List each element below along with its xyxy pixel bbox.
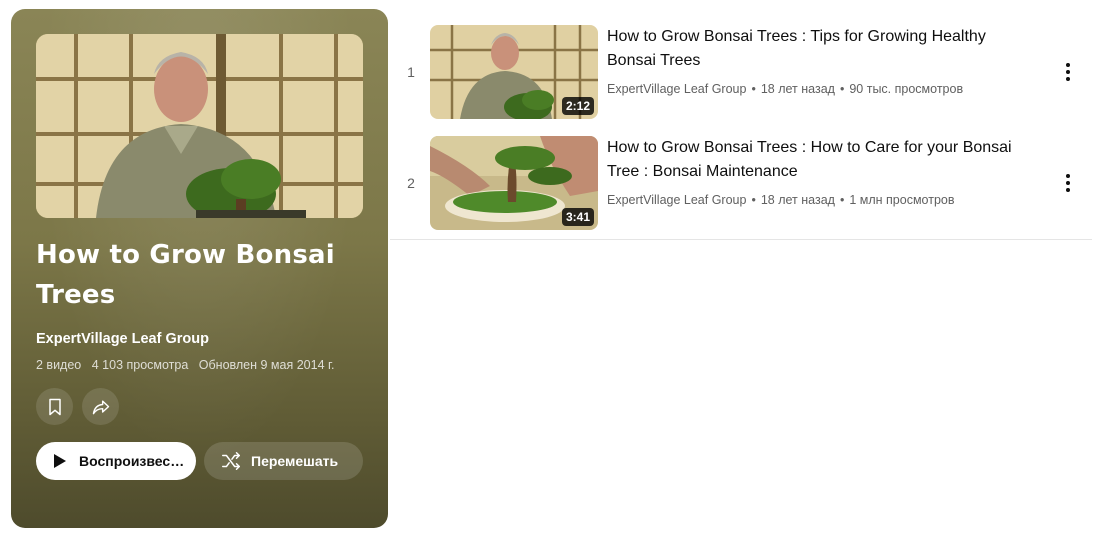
play-all-button[interactable]: Воспроизвес… [36, 442, 196, 480]
list-divider [390, 239, 1092, 240]
video-menu-button[interactable] [1054, 169, 1082, 197]
video-thumbnail[interactable]: 3:41 [430, 136, 598, 230]
more-vertical-icon [1066, 174, 1070, 192]
more-vertical-icon [1066, 63, 1070, 81]
playlist-video-list: 1 2:12 How to Grow Bonsai Trees: Tips f… [390, 16, 1092, 240]
video-row[interactable]: 2 3:41 How to Grow Bonsai Trees : How to… [390, 127, 1092, 238]
shuffle-icon [222, 452, 240, 470]
play-icon [54, 454, 66, 468]
shuffle-label: Перемешать [251, 453, 339, 469]
video-index: 2 [407, 175, 415, 191]
playlist-updated-date: Обновлен 9 мая 2014 г. [198, 358, 335, 372]
meta-separator: • [751, 82, 756, 96]
video-channel-link[interactable]: ExpertVillage Leaf Group [607, 82, 746, 96]
meta-separator: • [839, 193, 845, 207]
video-meta: ExpertVillage Leaf Group • 18 лет назад • 1 … [607, 193, 955, 207]
playlist-meta: 2 видео 4 103 просмотра Обновлен 9 мая 2… [36, 358, 342, 372]
playlist-cover-thumbnail[interactable] [36, 34, 363, 218]
video-menu-button[interactable] [1054, 58, 1082, 86]
video-channel-link[interactable]: ExpertVillage Leaf Group [607, 193, 746, 207]
video-thumbnail[interactable]: 2:12 [430, 25, 598, 119]
share-icon [92, 399, 109, 414]
cover-image [36, 34, 363, 218]
share-button[interactable] [82, 388, 119, 425]
video-views: 90 тыс. просмотров [849, 82, 964, 96]
playlist-title: How to Grow Bonsai Trees [36, 240, 335, 310]
video-title-link[interactable]: How to Grow Bonsai Trees : Tips for Grow… [607, 25, 1037, 73]
playlist-page: How to Grow Bonsai Trees ExpertVillage L… [0, 0, 1094, 546]
video-duration-badge: 3:41 [561, 208, 594, 226]
playlist-view-count: 4 103 просмотра [91, 358, 189, 372]
play-all-label: Воспроизвес… [79, 453, 185, 469]
playlist-video-count: 2 видео [36, 358, 82, 372]
save-playlist-button[interactable] [36, 388, 73, 425]
video-meta: ExpertVillage Leaf Group • 18 лет назад • 90… [607, 82, 963, 96]
video-views: 1 млн просмотров [849, 193, 955, 207]
video-duration-badge: 2:12 [561, 97, 594, 115]
meta-separator: • [839, 82, 845, 96]
bookmark-icon [48, 398, 61, 415]
video-age: 18 лет назад [760, 193, 835, 207]
video-title-link[interactable]: How to Grow Bonsai Trees : How to Care f… [607, 136, 1037, 184]
playlist-owner-link[interactable]: ExpertVillage Leaf Group [36, 331, 209, 347]
shuffle-button[interactable]: Перемешать [204, 442, 363, 480]
video-row[interactable]: 1 2:12 How to Grow Bonsai Trees: Tips f… [390, 16, 1092, 127]
meta-separator: • [751, 193, 756, 207]
video-age: 18 лет назад [760, 82, 835, 96]
video-index: 1 [407, 64, 415, 80]
playlist-header-card: How to Grow Bonsai Trees ExpertVillage L… [11, 9, 388, 528]
